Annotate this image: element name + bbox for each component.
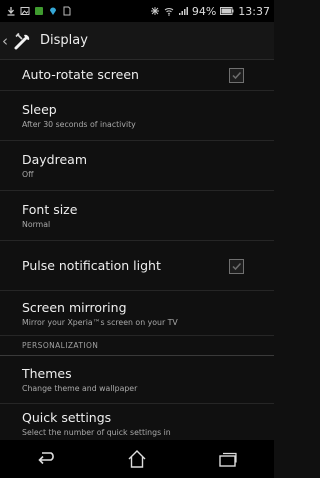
app-icon	[35, 7, 43, 15]
recent-apps-icon	[219, 452, 237, 467]
setting-quick-settings[interactable]: Quick settings Select the number of quic…	[0, 404, 274, 444]
section-header-personalization: PERSONALIZATION	[0, 336, 274, 356]
recent-apps-button[interactable]	[208, 444, 248, 474]
setting-title: Daydream	[22, 152, 88, 167]
status-bar: 94% 13:37	[0, 0, 274, 22]
setting-daydream[interactable]: Daydream Off	[0, 141, 274, 191]
pulse-light-checkbox[interactable]	[229, 258, 244, 274]
checkmark-icon	[232, 262, 242, 270]
status-indicators: 94% 13:37	[150, 5, 274, 18]
sim-icon	[63, 6, 71, 16]
setting-title: Pulse notification light	[22, 258, 161, 273]
signal-icon	[178, 7, 188, 15]
setting-sleep[interactable]: Sleep After 30 seconds of inactivity	[0, 91, 274, 141]
setting-screen-mirroring[interactable]: Screen mirroring Mirror your Xperia™s sc…	[0, 291, 274, 336]
wrench-icon[interactable]	[12, 30, 34, 52]
battery-icon	[220, 7, 234, 15]
setting-title: Font size	[22, 202, 78, 217]
clock: 13:37	[238, 4, 270, 18]
setting-summary: Mirror your Xperia™s screen on your TV	[22, 317, 178, 327]
setting-title: Auto-rotate screen	[22, 67, 139, 82]
setting-summary: Normal	[22, 220, 51, 229]
nfc-icon	[150, 7, 159, 15]
battery-percent: 94%	[191, 4, 217, 18]
setting-auto-rotate[interactable]: Auto-rotate screen	[0, 59, 274, 91]
back-button[interactable]	[26, 444, 66, 474]
setting-summary: Off	[22, 170, 34, 179]
download-icon	[7, 7, 15, 16]
back-icon	[38, 452, 54, 465]
location-icon	[50, 7, 56, 15]
image-icon	[20, 7, 30, 15]
setting-themes[interactable]: Themes Change theme and wallpaper	[0, 356, 274, 404]
setting-summary: Change theme and wallpaper	[22, 384, 138, 393]
checkmark-icon	[232, 71, 242, 79]
setting-title: Themes	[22, 366, 72, 381]
setting-title: Screen mirroring	[22, 299, 127, 315]
setting-summary: After 30 seconds of inactivity	[22, 120, 136, 129]
home-button[interactable]	[117, 444, 157, 474]
action-bar: ‹ Display	[0, 22, 274, 60]
wifi-icon	[164, 8, 174, 16]
setting-font-size[interactable]: Font size Normal	[0, 191, 274, 241]
up-navigation-icon[interactable]: ‹	[0, 32, 10, 50]
setting-summary: Select the number of quick settings in	[22, 428, 171, 437]
notification-icons	[0, 6, 72, 16]
setting-title: Quick settings	[22, 410, 112, 425]
auto-rotate-checkbox[interactable]	[229, 67, 244, 83]
setting-title: Sleep	[22, 102, 57, 117]
home-icon	[128, 450, 146, 468]
navigation-bar	[0, 440, 274, 478]
setting-pulse-notification-light[interactable]: Pulse notification light	[0, 241, 274, 291]
settings-list: Auto-rotate screen Sleep After 30 second…	[0, 59, 274, 444]
page-title: Display	[40, 33, 88, 48]
